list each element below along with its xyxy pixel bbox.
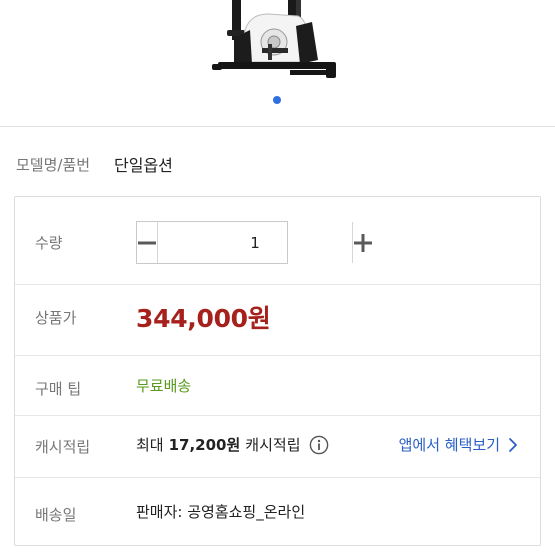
shipping-value: 판매자: 공영홈쇼핑_온라인 xyxy=(136,503,306,521)
options-box: 수량 상품가 344,000원 구매 팁 무료배송 캐시적립 xyxy=(14,196,541,546)
product-image[interactable] xyxy=(0,0,555,90)
carousel-dot-active[interactable] xyxy=(273,96,281,104)
cashback-suffix: 캐시적립 xyxy=(245,436,301,454)
increase-quantity-button[interactable] xyxy=(352,222,373,263)
model-label: 모델명/품번 xyxy=(16,155,91,174)
cashback-prefix: 최대 xyxy=(136,436,164,454)
quantity-label: 수량 xyxy=(35,234,63,252)
model-value: 단일옵션 xyxy=(114,156,173,175)
free-shipping-text: 무료배송 xyxy=(136,377,192,395)
purchase-tip-row: 구매 팁 무료배송 xyxy=(15,356,540,416)
price-row: 상품가 344,000원 xyxy=(15,285,540,356)
shipping-row: 배송일 판매자: 공영홈쇼핑_온라인 xyxy=(15,478,540,545)
cashback-row: 캐시적립 최대 17,200원 캐시적립 앱에서 혜택보기 xyxy=(15,416,540,478)
view-app-benefits-link[interactable]: 앱에서 혜택보기 xyxy=(399,434,518,455)
price-value: 344,000원 xyxy=(136,304,271,333)
exercise-bike-image xyxy=(212,0,336,78)
model-row: 모델명/품번 단일옵션 xyxy=(16,152,173,176)
divider xyxy=(0,126,555,127)
shipping-label: 배송일 xyxy=(35,506,77,524)
chevron-right-icon xyxy=(509,437,517,452)
quantity-row: 수량 xyxy=(15,197,540,285)
plus-icon xyxy=(354,233,372,252)
quantity-stepper xyxy=(136,221,372,264)
minus-icon xyxy=(138,241,156,244)
decrease-quantity-button[interactable] xyxy=(137,222,158,263)
purchase-tip-label: 구매 팁 xyxy=(35,380,82,398)
cashback-info: 최대 17,200원 캐시적립 xyxy=(136,434,329,455)
cashback-amount: 17,200원 xyxy=(168,436,241,454)
price-label: 상품가 xyxy=(35,309,77,327)
cashback-label: 캐시적립 xyxy=(35,438,91,456)
info-icon[interactable] xyxy=(309,435,329,455)
quantity-input[interactable] xyxy=(158,222,352,263)
view-app-benefits-label: 앱에서 혜택보기 xyxy=(398,436,500,454)
